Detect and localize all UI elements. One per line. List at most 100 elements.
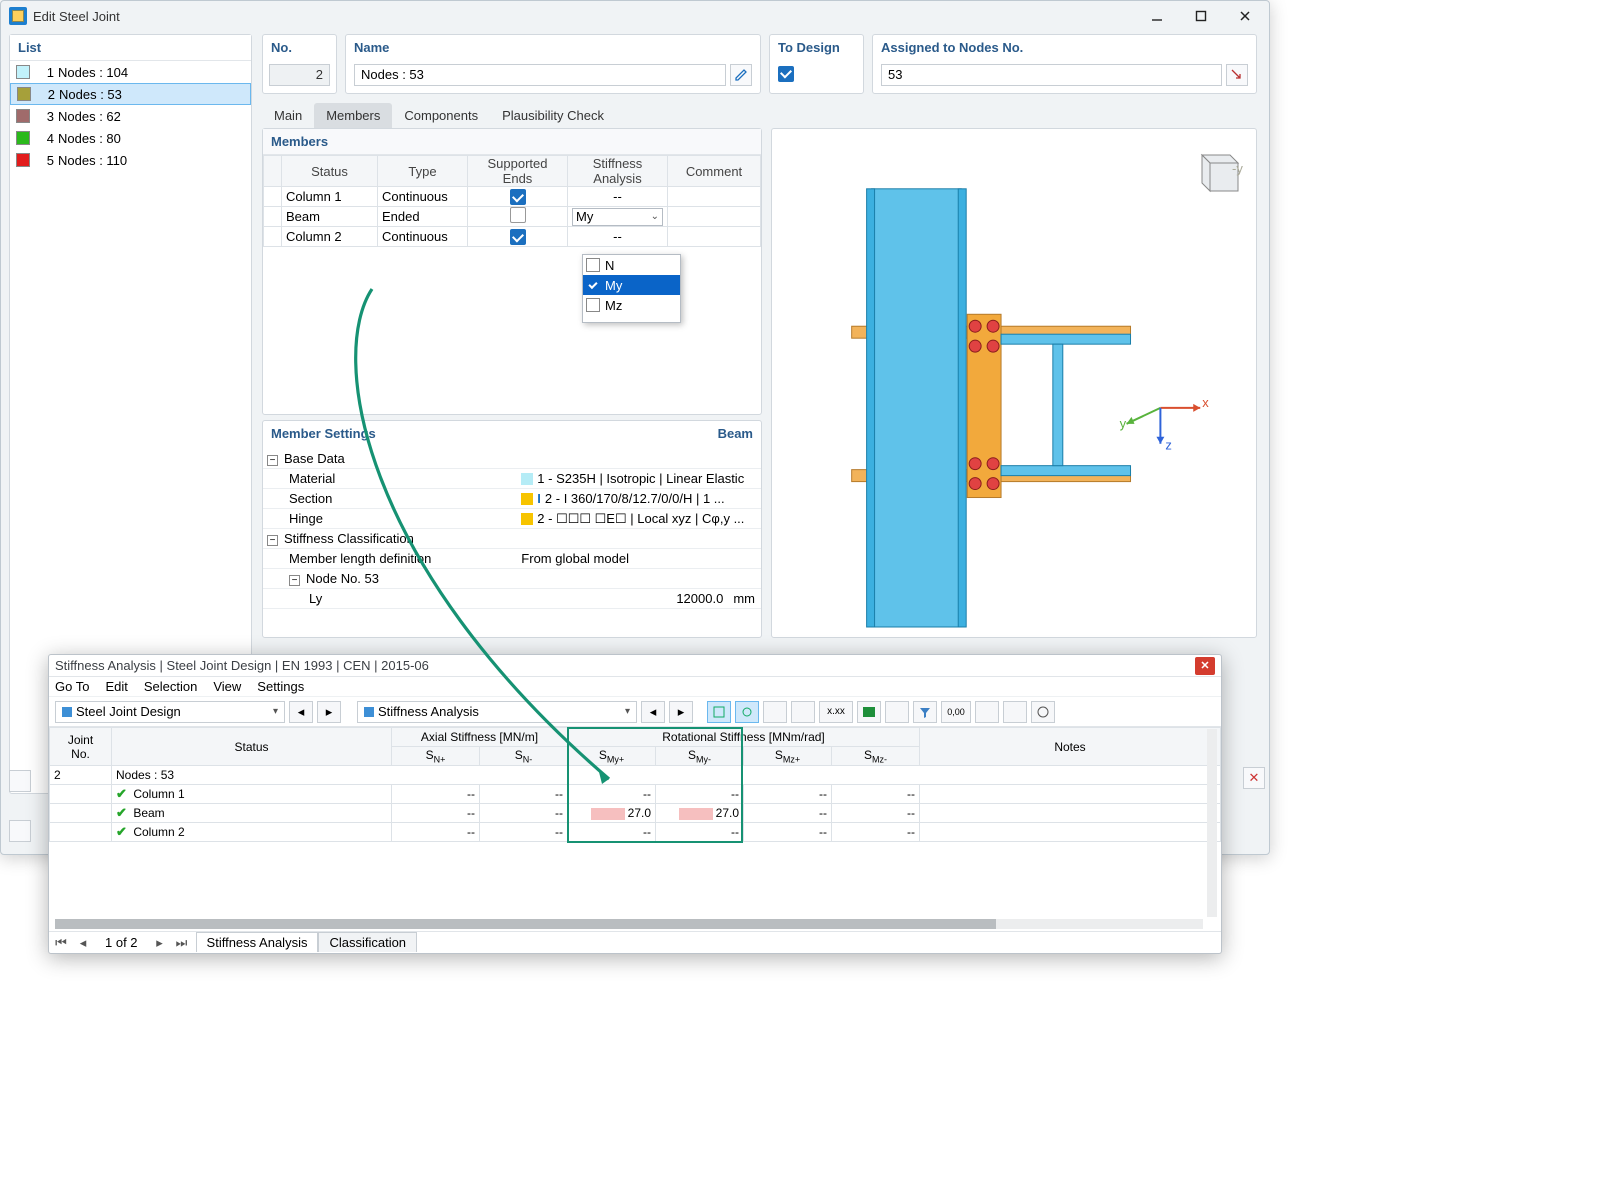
supported-checkbox[interactable] [510,189,526,205]
assigned-pick-button[interactable] [1226,64,1248,86]
list-swatch [16,153,30,167]
nav-prev-button[interactable]: ◂ [75,935,91,951]
settings-row[interactable]: Ly12000.0mm [263,589,761,609]
filter-button[interactable] [913,701,937,723]
app-icon [9,7,27,25]
settings-row[interactable]: −Base Data [263,449,761,469]
tab-bar: MainMembersComponentsPlausibility Check [262,102,616,128]
member-settings-panel: Member Settings Beam −Base DataMaterial1… [262,420,762,638]
tool-button-3[interactable] [763,701,787,723]
analysis-bottom-bar: ⏮ ◂ 1 of 2 ▸ ⏭ Stiffness AnalysisClassif… [49,931,1221,953]
analysis-right-icons: ✕ [1243,767,1265,795]
stiffness-dropdown[interactable]: NMyMz [582,254,681,323]
name-field[interactable]: Nodes : 53 [354,64,726,86]
sidebar-pin-button[interactable] [9,770,31,792]
list-item[interactable]: 3Nodes : 62 [10,105,251,127]
no-panel: No. 2 [262,34,337,94]
title-bar: Edit Steel Joint [1,1,1269,31]
list-item[interactable]: 1Nodes : 104 [10,61,251,83]
tool-button-1[interactable] [707,701,731,723]
settings-row[interactable]: Material1 - S235H | Isotropic | Linear E… [263,469,761,489]
analysis-menu: Go To Edit Selection View Settings [49,677,1221,697]
viewport-3d[interactable]: x y z -y [771,128,1257,638]
settings-row[interactable]: −Node No. 53 [263,569,761,589]
svg-text:y: y [1120,416,1127,431]
nav-last-button[interactable]: ⏭ [174,935,190,951]
analysis-toolbar: Steel Joint Design▾ ◂ ▸ Stiffness Analys… [49,697,1221,727]
minimize-button[interactable] [1144,6,1170,26]
table-combo[interactable]: Stiffness Analysis▾ [357,701,637,723]
tab-components[interactable]: Components [392,103,490,128]
member-settings-title: Member Settings [271,426,376,441]
members-row[interactable]: Column 1Continuous-- [264,187,761,207]
close-button[interactable] [1232,6,1258,26]
settings-row[interactable]: Member length definitionFrom global mode… [263,549,761,569]
results-table[interactable]: JointNo.StatusAxial Stiffness [MN/m]Rota… [49,727,1221,842]
tool-button-2[interactable] [735,701,759,723]
menu-selection[interactable]: Selection [144,679,197,694]
dropdown-option[interactable]: Mz [583,295,680,315]
horizontal-scrollbar[interactable] [55,919,1203,929]
assigned-field[interactable]: 53 [881,64,1222,86]
assigned-panel: Assigned to Nodes No. 53 [872,34,1257,94]
supported-checkbox[interactable] [510,207,526,223]
tool-button-9[interactable]: 0,00 [941,701,971,723]
settings-row[interactable]: SectionI 2 - I 360/170/8/12.7/0/0/H | 1 … [263,489,761,509]
list-item[interactable]: 4Nodes : 80 [10,127,251,149]
next-design-button[interactable]: ▸ [317,701,341,723]
vertical-scrollbar[interactable] [1207,729,1217,917]
export-excel-button[interactable] [857,701,881,723]
nav-next-button[interactable]: ▸ [152,935,168,951]
menu-settings[interactable]: Settings [257,679,304,694]
bottom-tab[interactable]: Stiffness Analysis [196,932,319,952]
stiffness-field[interactable]: My⌄ [572,208,663,226]
menu-edit[interactable]: Edit [105,679,127,694]
nav-cube[interactable]: -y [1188,141,1244,197]
list-item[interactable]: 5Nodes : 110 [10,149,251,171]
tab-members[interactable]: Members [314,103,392,128]
list-swatch [16,109,30,123]
no-title: No. [263,35,336,60]
todesign-checkbox[interactable] [778,66,794,82]
analysis-clear-button[interactable]: ✕ [1243,767,1265,789]
bottom-tab[interactable]: Classification [318,932,417,952]
analysis-close-button[interactable]: ✕ [1195,657,1215,675]
settings-row[interactable]: Hinge2 - ☐☐☐ ☐E☐ | Local xyz | Cφ,y ... [263,509,761,529]
tool-button-7[interactable] [885,701,909,723]
settings-row[interactable]: −Stiffness Classification [263,529,761,549]
prev-design-button[interactable]: ◂ [289,701,313,723]
tool-button-10[interactable] [975,701,999,723]
maximize-button[interactable] [1188,6,1214,26]
result-row[interactable]: ✔ Beam----27.027.0---- [50,804,1221,823]
tool-button-11[interactable] [1003,701,1027,723]
members-title: Members [263,129,761,155]
dropdown-option[interactable]: N [583,255,680,275]
menu-go-to[interactable]: Go To [55,679,89,694]
result-row[interactable]: ✔ Column 1------------ [50,785,1221,804]
dropdown-option[interactable]: My [583,275,680,295]
design-combo[interactable]: Steel Joint Design▾ [55,701,285,723]
sidebar-help-button[interactable] [9,820,31,842]
analysis-title: Stiffness Analysis | Steel Joint Design … [55,658,429,673]
svg-text:z: z [1165,438,1171,453]
members-row[interactable]: Column 2Continuous-- [264,227,761,247]
nav-position: 1 of 2 [97,935,146,950]
tab-main[interactable]: Main [262,103,314,128]
help-button[interactable] [1031,701,1055,723]
members-row[interactable]: BeamEndedMy⌄ [264,207,761,227]
svg-text:x: x [1202,395,1209,410]
assigned-title: Assigned to Nodes No. [873,35,1256,60]
supported-checkbox[interactable] [510,229,526,245]
tool-button-4[interactable] [791,701,815,723]
tab-plausibility-check[interactable]: Plausibility Check [490,103,616,128]
list-item[interactable]: 2Nodes : 53 [10,83,251,105]
name-edit-button[interactable] [730,64,752,86]
list-title: List [10,35,251,61]
result-row[interactable]: ✔ Column 2------------ [50,823,1221,842]
nav-first-button[interactable]: ⏮ [53,935,69,951]
prev-table-button[interactable]: ◂ [641,701,665,723]
next-table-button[interactable]: ▸ [669,701,693,723]
no-field[interactable]: 2 [269,64,330,86]
tool-button-5[interactable]: x.xx [819,701,853,723]
menu-view[interactable]: View [213,679,241,694]
